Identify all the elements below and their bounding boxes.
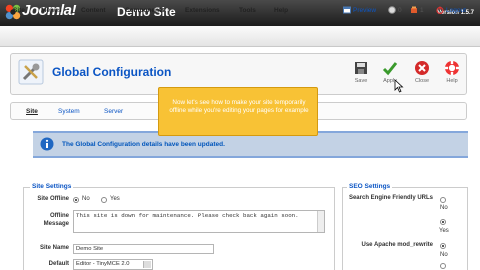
messages-link[interactable]: 0 [388,6,402,14]
preview-link[interactable]: Preview [343,6,376,14]
save-icon [355,62,367,74]
menu-extensions[interactable]: Extensions [185,7,220,14]
rewrite-no-label: No [440,252,448,258]
preview-label: Preview [353,6,377,14]
default-editor-select[interactable]: Editor - TinyMCE 2.0 [73,259,153,270]
logout-label: Logout [446,6,466,14]
menu-menus[interactable]: Menus [41,7,62,14]
close-label: Close [414,78,430,84]
config-tools-icon [18,59,44,85]
save-button[interactable]: Save [349,60,373,84]
info-icon [40,137,54,151]
save-label: Save [354,78,368,84]
preview-icon [343,6,351,14]
users-icon [411,6,417,13]
messages-count: 0 [398,6,402,14]
menu-tools[interactable]: Tools [239,7,256,14]
menu-content[interactable]: Content [81,7,106,14]
tab-server[interactable]: Server [104,108,123,115]
sef-yes-radio[interactable] [440,219,446,225]
tutorial-callout: Now let's see how to make your site temp… [158,87,318,136]
site-name-label: Site Name [39,245,69,251]
sef-yes-label: Yes [439,228,449,234]
close-icon [415,61,429,75]
help-button[interactable]: Help [440,60,464,84]
mod-rewrite-label: Use Apache mod_rewrite [361,242,433,248]
page-title: Global Configuration [52,65,172,79]
help-label: Help [446,78,458,84]
site-offline-no-radio[interactable] [73,197,79,203]
mouse-cursor-icon [394,79,404,93]
rewrite-yes-radio[interactable] [440,263,446,269]
menu-components[interactable]: Components [125,7,165,14]
logout-icon [436,6,444,14]
users-count: 1 [420,6,424,14]
sef-no-radio[interactable] [440,197,446,203]
tab-site[interactable]: Site [26,108,38,115]
close-button[interactable]: Close [410,60,434,84]
sef-no-label: No [440,205,448,211]
menu-help[interactable]: Help [274,7,288,14]
default-editor-label: Default [48,261,69,267]
site-offline-no-label: No [82,196,90,202]
site-settings-legend: Site Settings [30,183,74,190]
apply-icon [382,62,398,76]
rewrite-no-radio[interactable] [440,243,446,249]
site-offline-yes-radio[interactable] [101,197,107,203]
main-menubar [0,26,480,47]
users-link[interactable]: 1 [410,6,424,14]
callout-text: Now let's see how to make your site temp… [169,99,309,114]
tab-system[interactable]: System [58,108,80,115]
message-text: The Global Configuration details have be… [62,141,225,148]
site-offline-label: Site Offline [37,196,69,202]
seo-settings-legend: SEO Settings [347,183,393,190]
offline-message-scrollbar[interactable] [317,211,324,232]
site-offline-yes-label: Yes [110,196,120,202]
site-name-input[interactable]: Demo Site [73,244,214,254]
menu-site[interactable]: Site [13,7,25,14]
offline-message-field[interactable]: This site is down for maintenance. Pleas… [73,210,325,233]
help-icon [445,61,459,75]
logout-link[interactable]: Logout [436,6,466,14]
sef-urls-label: Search Engine Friendly URLs [348,195,433,201]
chevron-down-icon[interactable] [143,261,151,268]
messages-icon [388,6,396,14]
offline-message-label: Offline Message [43,213,69,227]
